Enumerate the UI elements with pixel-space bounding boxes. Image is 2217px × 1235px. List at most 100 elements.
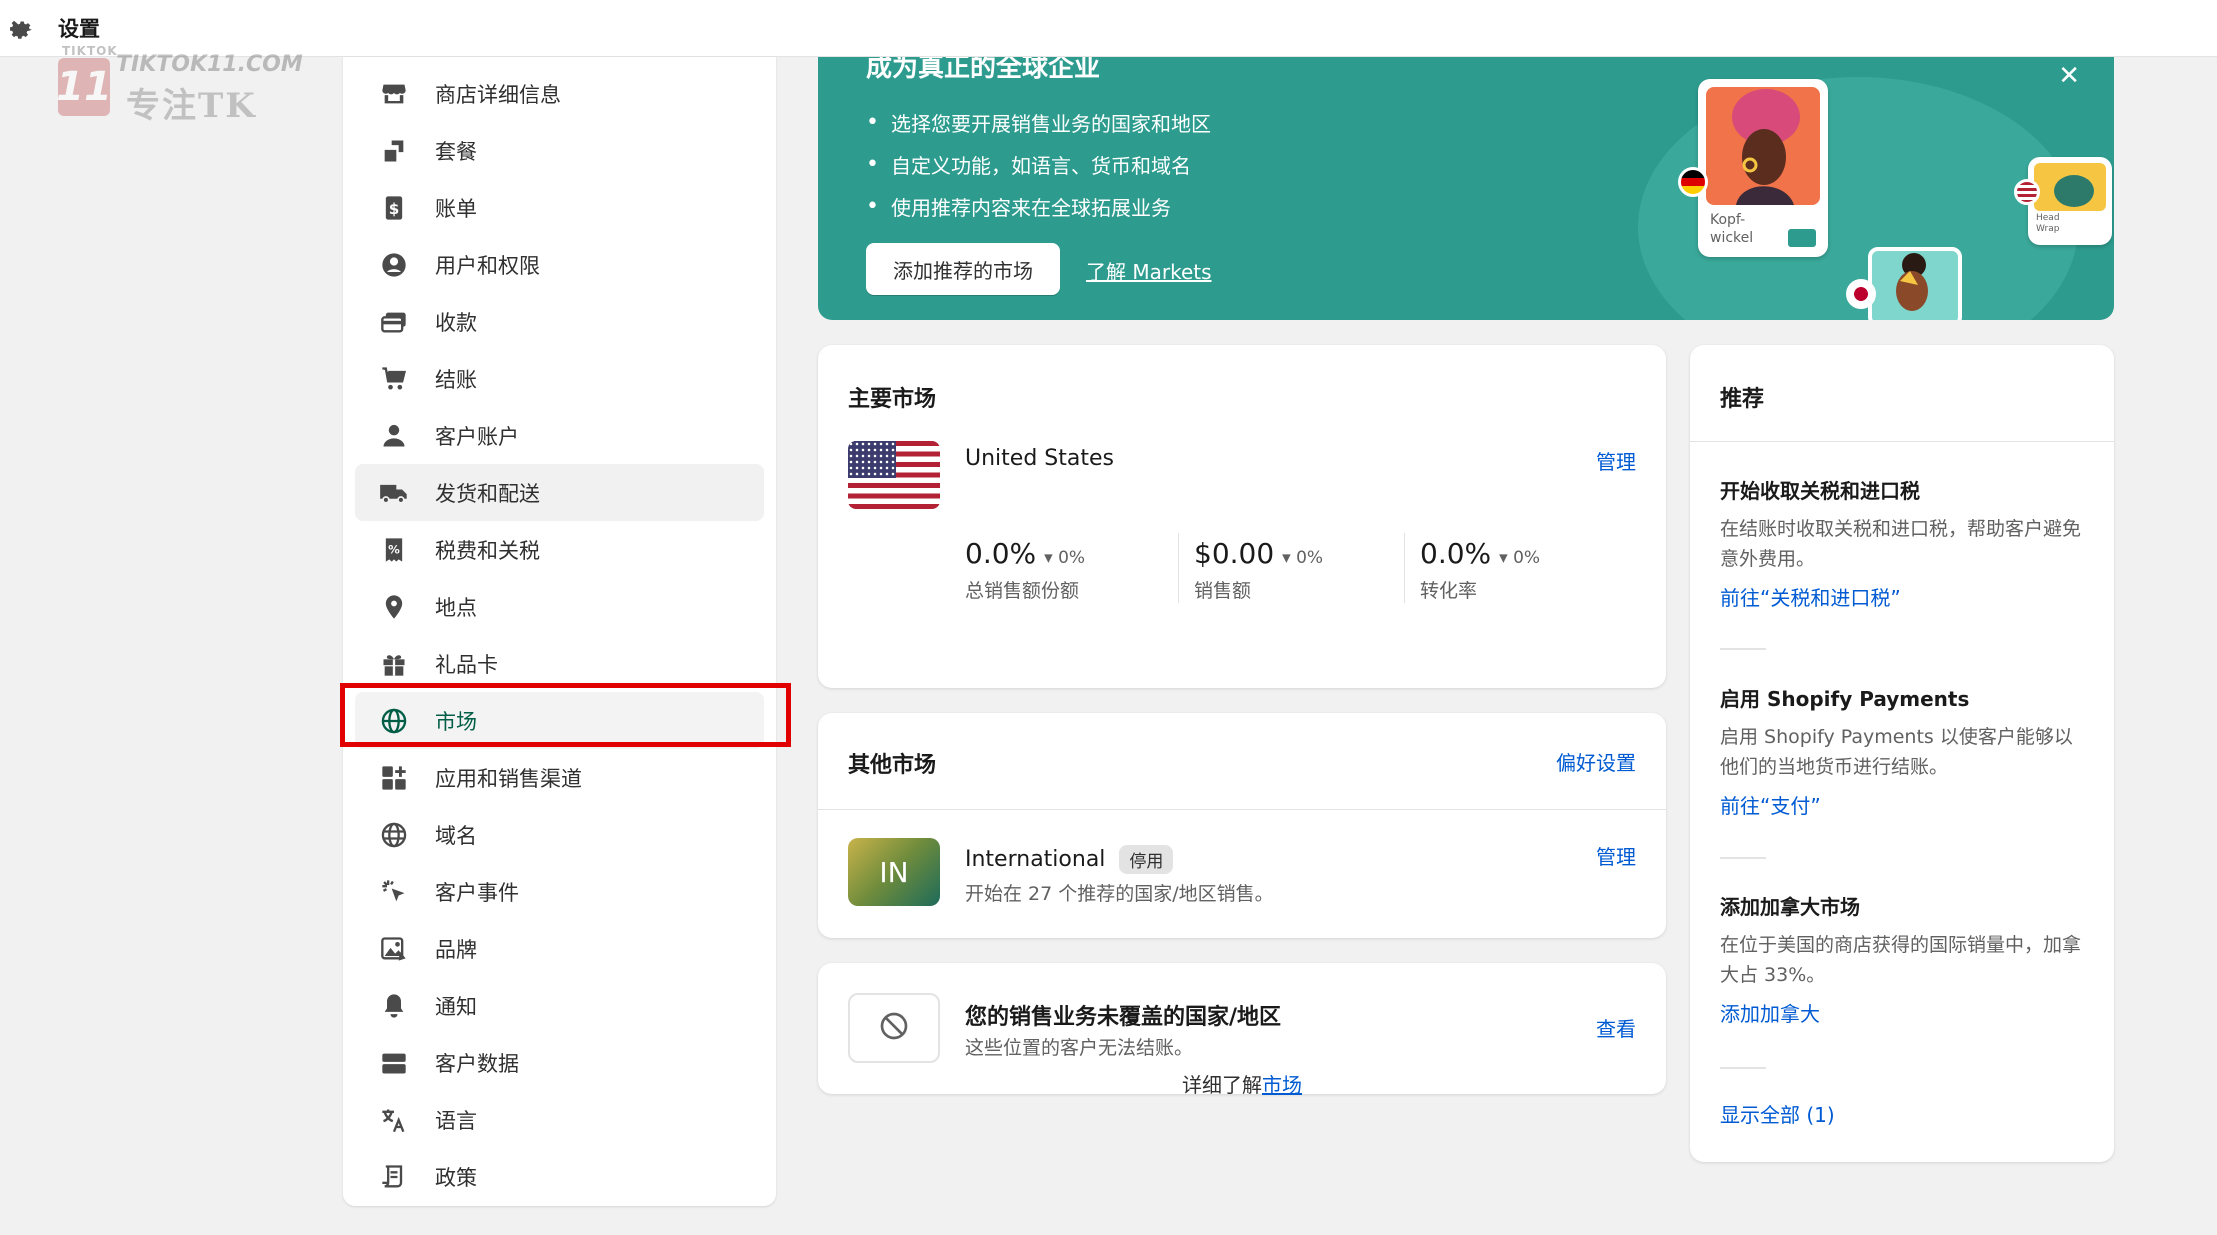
add-recommended-markets-button[interactable]: 添加推荐的市场	[866, 243, 1060, 295]
sidebar-item-label: 市场	[435, 709, 477, 734]
sidebar-item-languages[interactable]: 语言	[355, 1091, 764, 1148]
block-icon	[878, 1010, 910, 1046]
sidebar-item-label: 客户账户	[435, 424, 519, 449]
stat-value: $0.00	[1194, 537, 1275, 570]
close-icon[interactable]: ✕	[2058, 61, 2080, 91]
illustration-portrait	[1706, 87, 1820, 205]
plan-icon	[377, 134, 411, 168]
truck-icon	[377, 476, 411, 510]
banner-bullets: 选择您要开展销售业务的国家和地区 自定义功能，如语言、货币和域名 使用推荐内容来…	[866, 101, 1211, 227]
international-tile: IN	[848, 838, 940, 906]
block-tile	[848, 993, 940, 1063]
globe-icon	[377, 704, 411, 738]
sidebar-item-gift-cards[interactable]: 礼品卡	[355, 635, 764, 692]
sidebar-item-locations[interactable]: 地点	[355, 578, 764, 635]
banner-bullet: 选择您要开展销售业务的国家和地区	[866, 101, 1211, 143]
sidebar-item-label: 用户和权限	[435, 253, 540, 278]
japan-flag-icon	[1846, 279, 1876, 309]
sidebar-item-label: 客户事件	[435, 880, 519, 905]
sidebar-item-taxes[interactable]: % 税费和关税	[355, 521, 764, 578]
recommendation-link[interactable]: 前往“支付”	[1720, 790, 2090, 819]
sidebar-item-customer-accounts[interactable]: 客户账户	[355, 407, 764, 464]
sidebar-item-users[interactable]: 用户和权限	[355, 236, 764, 293]
sidebar-item-customer-events[interactable]: 客户事件	[355, 863, 764, 920]
sidebar-item-label: 应用和销售渠道	[435, 766, 582, 791]
svg-text:$: $	[389, 199, 400, 217]
other-markets-card: 其他市场 偏好设置 IN International 停用 开始在 27 个推荐…	[818, 713, 1666, 938]
learn-markets-link[interactable]: 了解 Markets	[1086, 256, 1212, 285]
sidebar-item-markets[interactable]: 市场	[355, 692, 764, 749]
germany-flag-icon	[1678, 167, 1708, 197]
domain-globe-icon	[377, 818, 411, 852]
bell-icon	[377, 989, 411, 1023]
sidebar-item-label: 商店详细信息	[435, 82, 561, 107]
watermark-small-text: TIKTOK	[62, 44, 118, 58]
billing-icon: $	[377, 191, 411, 225]
translate-icon	[377, 1103, 411, 1137]
sidebar-item-label: 套餐	[435, 139, 477, 164]
store-icon	[377, 77, 411, 111]
tax-icon: %	[377, 533, 411, 567]
sidebar-item-brand[interactable]: 品牌	[355, 920, 764, 977]
recommendation-desc: 在位于美国的商店获得的国际销量中，加拿大占 33%。	[1720, 934, 2082, 986]
stat-divider	[1404, 533, 1405, 603]
recommendation-desc: 启用 Shopify Payments 以使客户能够以他们的当地货币进行结账。	[1720, 726, 2073, 778]
sidebar-item-label: 地点	[435, 595, 477, 620]
preferences-link[interactable]: 偏好设置	[1556, 747, 1636, 776]
primary-market-card: 主要市场 United States 管理 0.0% ▾ 0% 总销售额份额 $0…	[818, 345, 1666, 688]
recommendation-desc: 在结账时收取关税和进口税，帮助客户避免意外费用。	[1720, 518, 2082, 570]
watermark-site: TIKTOK11.COM	[116, 52, 303, 77]
stat-delta: ▾ 0%	[1044, 548, 1086, 568]
top-bar: 设置	[0, 0, 2217, 57]
illustration-headwrap-caption: Head Wrap	[2036, 213, 2060, 234]
sidebar-item-policies[interactable]: 政策	[355, 1148, 764, 1205]
watermark-logo: TIKTOK 11 TIKTOK11.COM 专注TK	[56, 44, 303, 126]
sidebar-item-label: 结账	[435, 367, 477, 392]
primary-market-title: 主要市场	[848, 387, 937, 412]
sidebar-item-notifications[interactable]: 通知	[355, 977, 764, 1034]
stat-conversion: 0.0% ▾ 0% 转化率	[1420, 537, 1540, 603]
us-flag-icon	[848, 441, 940, 509]
view-link[interactable]: 查看	[1596, 1013, 1636, 1042]
sidebar-item-plan[interactable]: 套餐	[355, 122, 764, 179]
divider	[1720, 1067, 1766, 1069]
illustration-woman-bottom	[1868, 247, 1962, 320]
divider	[1720, 857, 1766, 859]
sidebar-item-apps[interactable]: 应用和销售渠道	[355, 749, 764, 806]
recommendation-link[interactable]: 前往“关税和进口税”	[1720, 582, 2090, 611]
recommendations-card: 推荐 开始收取关税和进口税 在结账时收取关税和进口税，帮助客户避免意外费用。 前…	[1690, 345, 2114, 1162]
illustration-tag-icon	[1788, 229, 1816, 247]
uncovered-desc: 这些位置的客户无法结账。	[965, 1037, 1194, 1059]
sidebar-item-checkout[interactable]: 结账	[355, 350, 764, 407]
primary-market-manage-link[interactable]: 管理	[1596, 446, 1636, 475]
stat-divider	[1178, 533, 1179, 603]
sidebar-item-customer-data[interactable]: 客户数据	[355, 1034, 764, 1091]
sidebar-item-shipping[interactable]: 发货和配送	[355, 464, 764, 521]
sidebar-item-payments[interactable]: 收款	[355, 293, 764, 350]
learn-more-text: 详细了解市场	[818, 1069, 1666, 1098]
stat-delta: ▾ 0%	[1499, 548, 1541, 568]
sidebar-item-billing[interactable]: $ 账单	[355, 179, 764, 236]
status-badge: 停用	[1119, 845, 1174, 874]
gear-icon	[6, 13, 36, 43]
international-manage-link[interactable]: 管理	[1596, 841, 1636, 870]
sidebar-item-label: 品牌	[435, 937, 477, 962]
sidebar-item-domains[interactable]: 域名	[355, 806, 764, 863]
show-all-link[interactable]: 显示全部 (1)	[1720, 1099, 1835, 1128]
stat-label: 销售额	[1194, 580, 1252, 602]
watermark-cn: 专注TK	[126, 86, 257, 126]
illustration-card-kopfwickel: Kopf- wickel	[1698, 79, 1828, 257]
page-title: 设置	[58, 17, 100, 41]
sidebar-item-label: 收款	[435, 310, 477, 335]
divider	[1720, 648, 1766, 650]
stat-sales-share: 0.0% ▾ 0% 总销售额份额	[965, 537, 1085, 603]
learn-more-markets-link[interactable]: 市场	[1262, 1073, 1302, 1097]
international-market-name: International 停用	[965, 845, 1174, 874]
sidebar-item-store-details[interactable]: 商店详细信息	[355, 65, 764, 122]
settings-sidebar: 商店详细信息 套餐 $ 账单 用户和权限 收款 结账 客户账户 发货和配送 % …	[343, 57, 776, 1206]
recommendation-link[interactable]: 添加加拿大	[1720, 998, 2090, 1027]
illustration-card-headwrap: Head Wrap	[2028, 157, 2112, 245]
cart-icon	[377, 362, 411, 396]
recommendation-title: 启用 Shopify Payments	[1720, 687, 1970, 711]
divider	[818, 809, 1666, 810]
